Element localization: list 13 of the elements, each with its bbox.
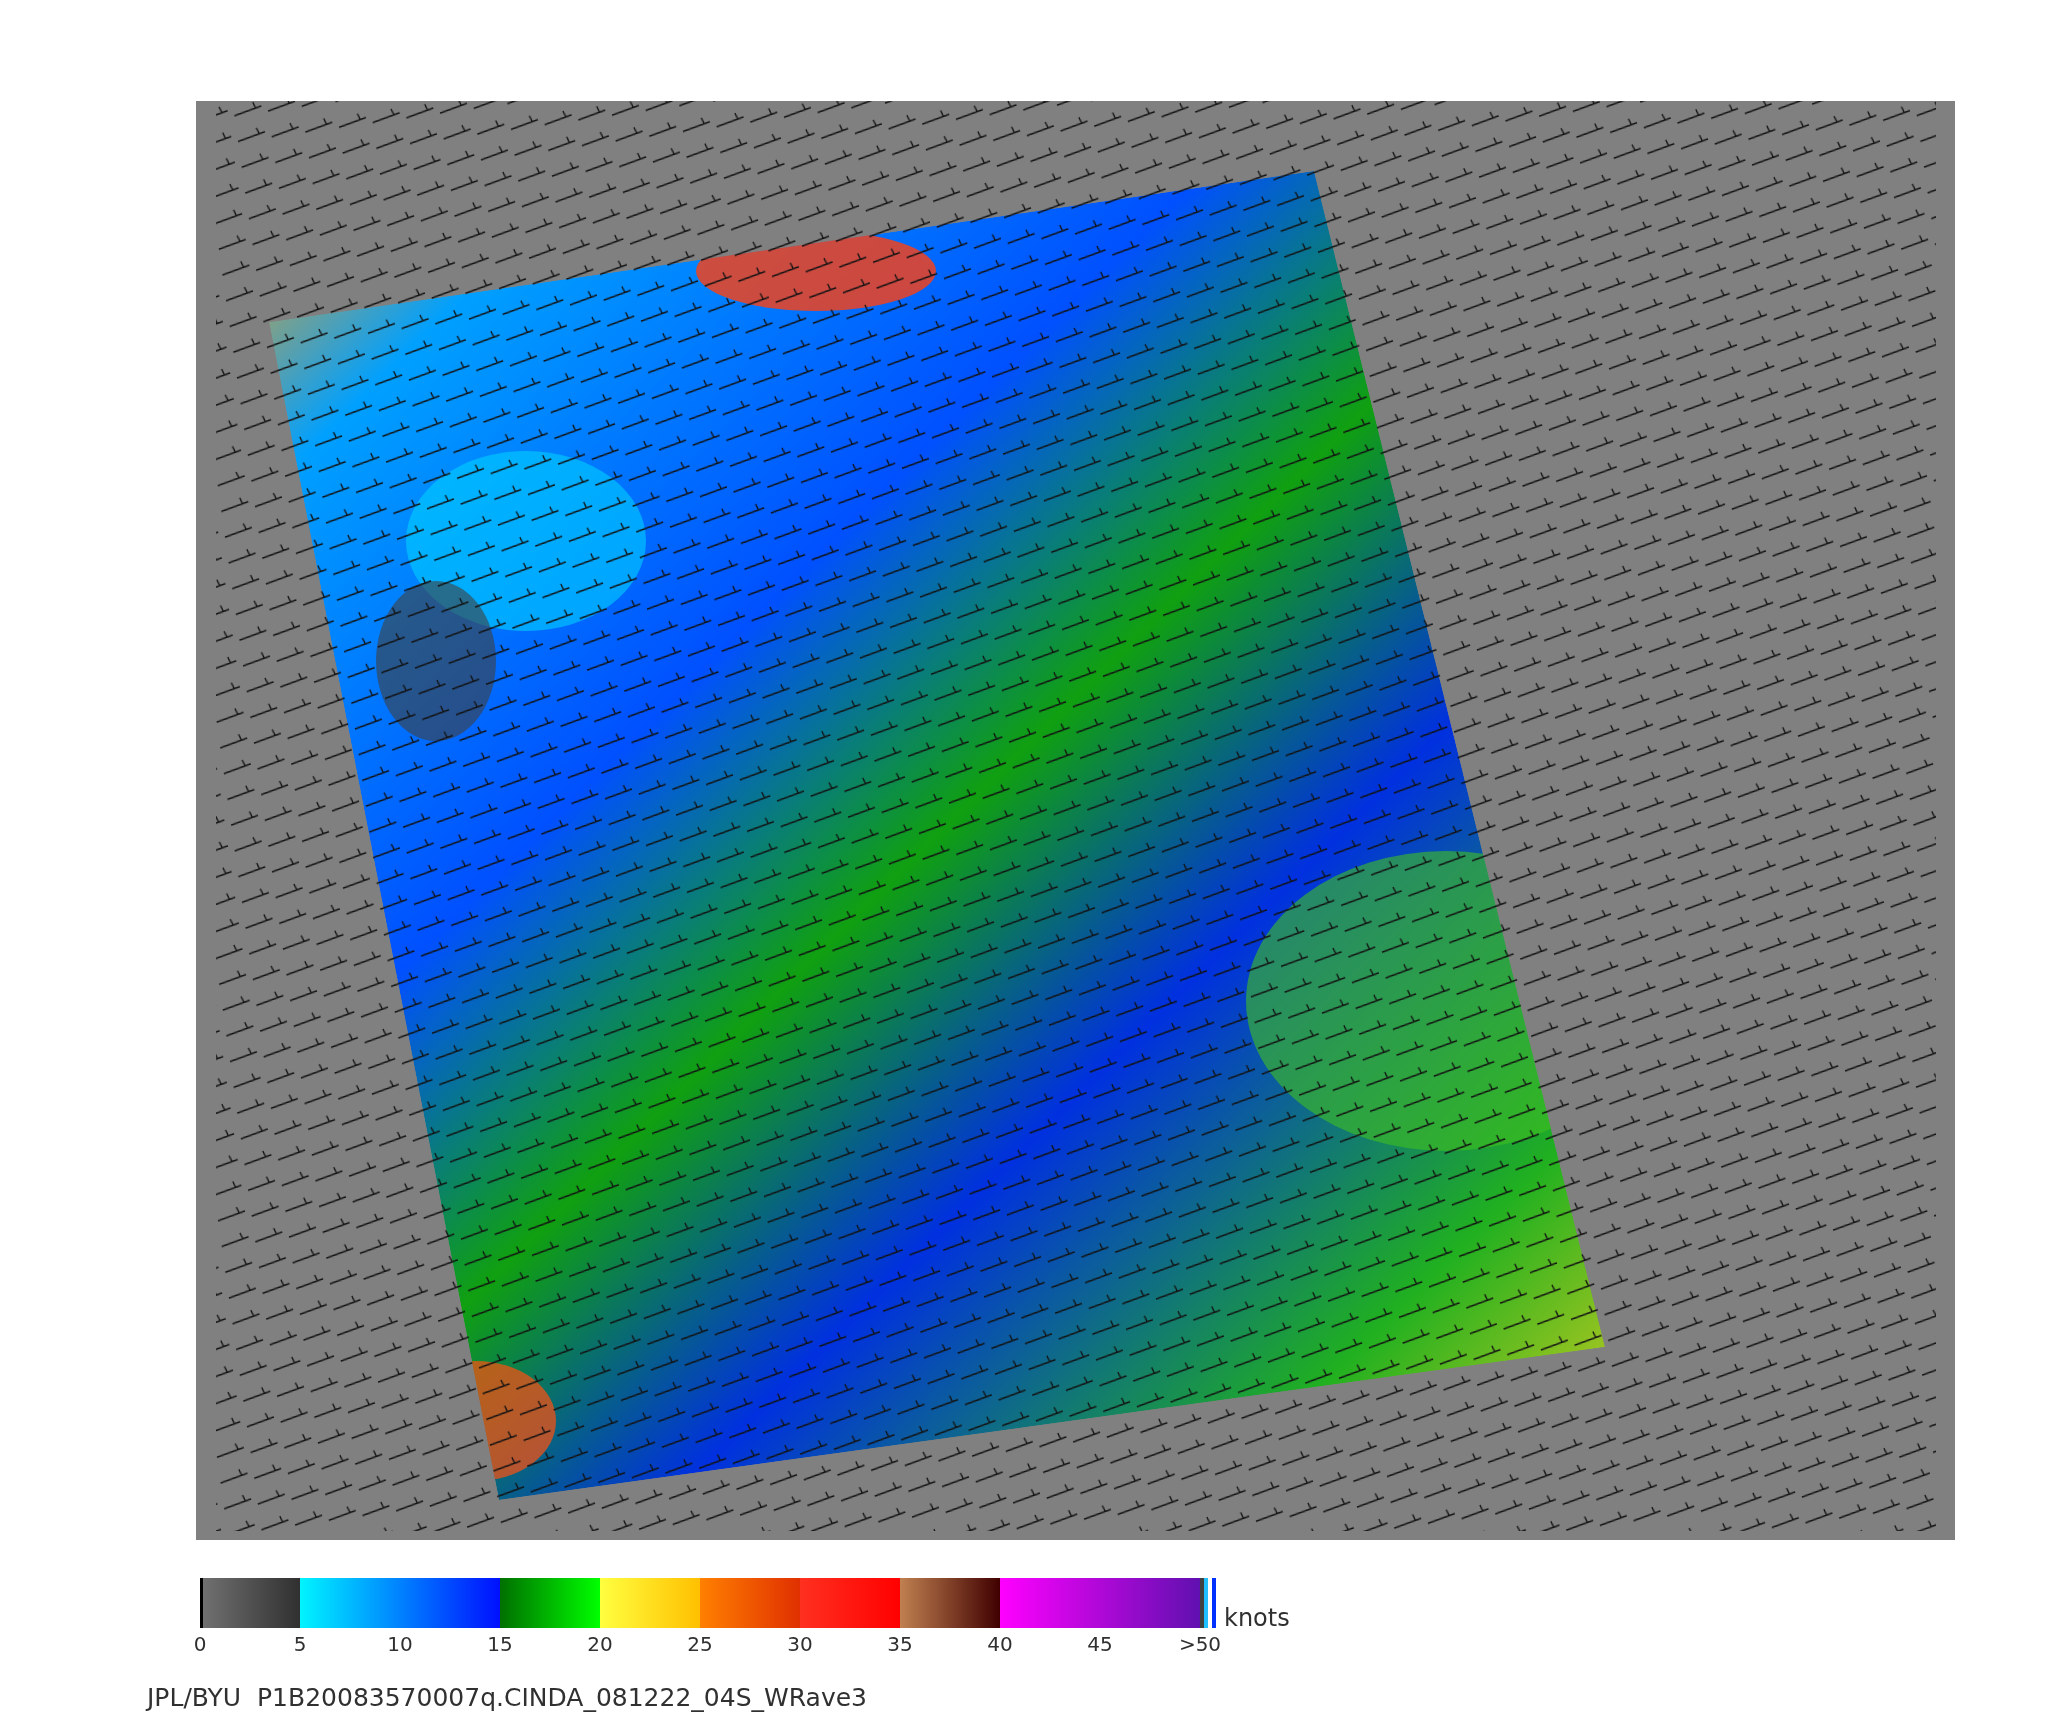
tick-label: 45 bbox=[1086, 1632, 1114, 1656]
tick-label: 25 bbox=[686, 1632, 714, 1656]
unit-label: knots bbox=[1224, 1606, 1290, 1630]
tick-label: 5 bbox=[292, 1632, 308, 1656]
tick-label: 15 bbox=[486, 1632, 514, 1656]
tick-label: 20 bbox=[586, 1632, 614, 1656]
tick-label: >50 bbox=[1177, 1632, 1223, 1656]
tick-label: 30 bbox=[786, 1632, 814, 1656]
caption-text: JPL/BYU P1B20083570007q.CINDA_081222_04S_WRave3 bbox=[147, 1684, 867, 1712]
tick-label: 40 bbox=[986, 1632, 1014, 1656]
tick-label: 0 bbox=[192, 1632, 208, 1656]
tick-label: 10 bbox=[386, 1632, 414, 1656]
tick-label: 35 bbox=[886, 1632, 914, 1656]
